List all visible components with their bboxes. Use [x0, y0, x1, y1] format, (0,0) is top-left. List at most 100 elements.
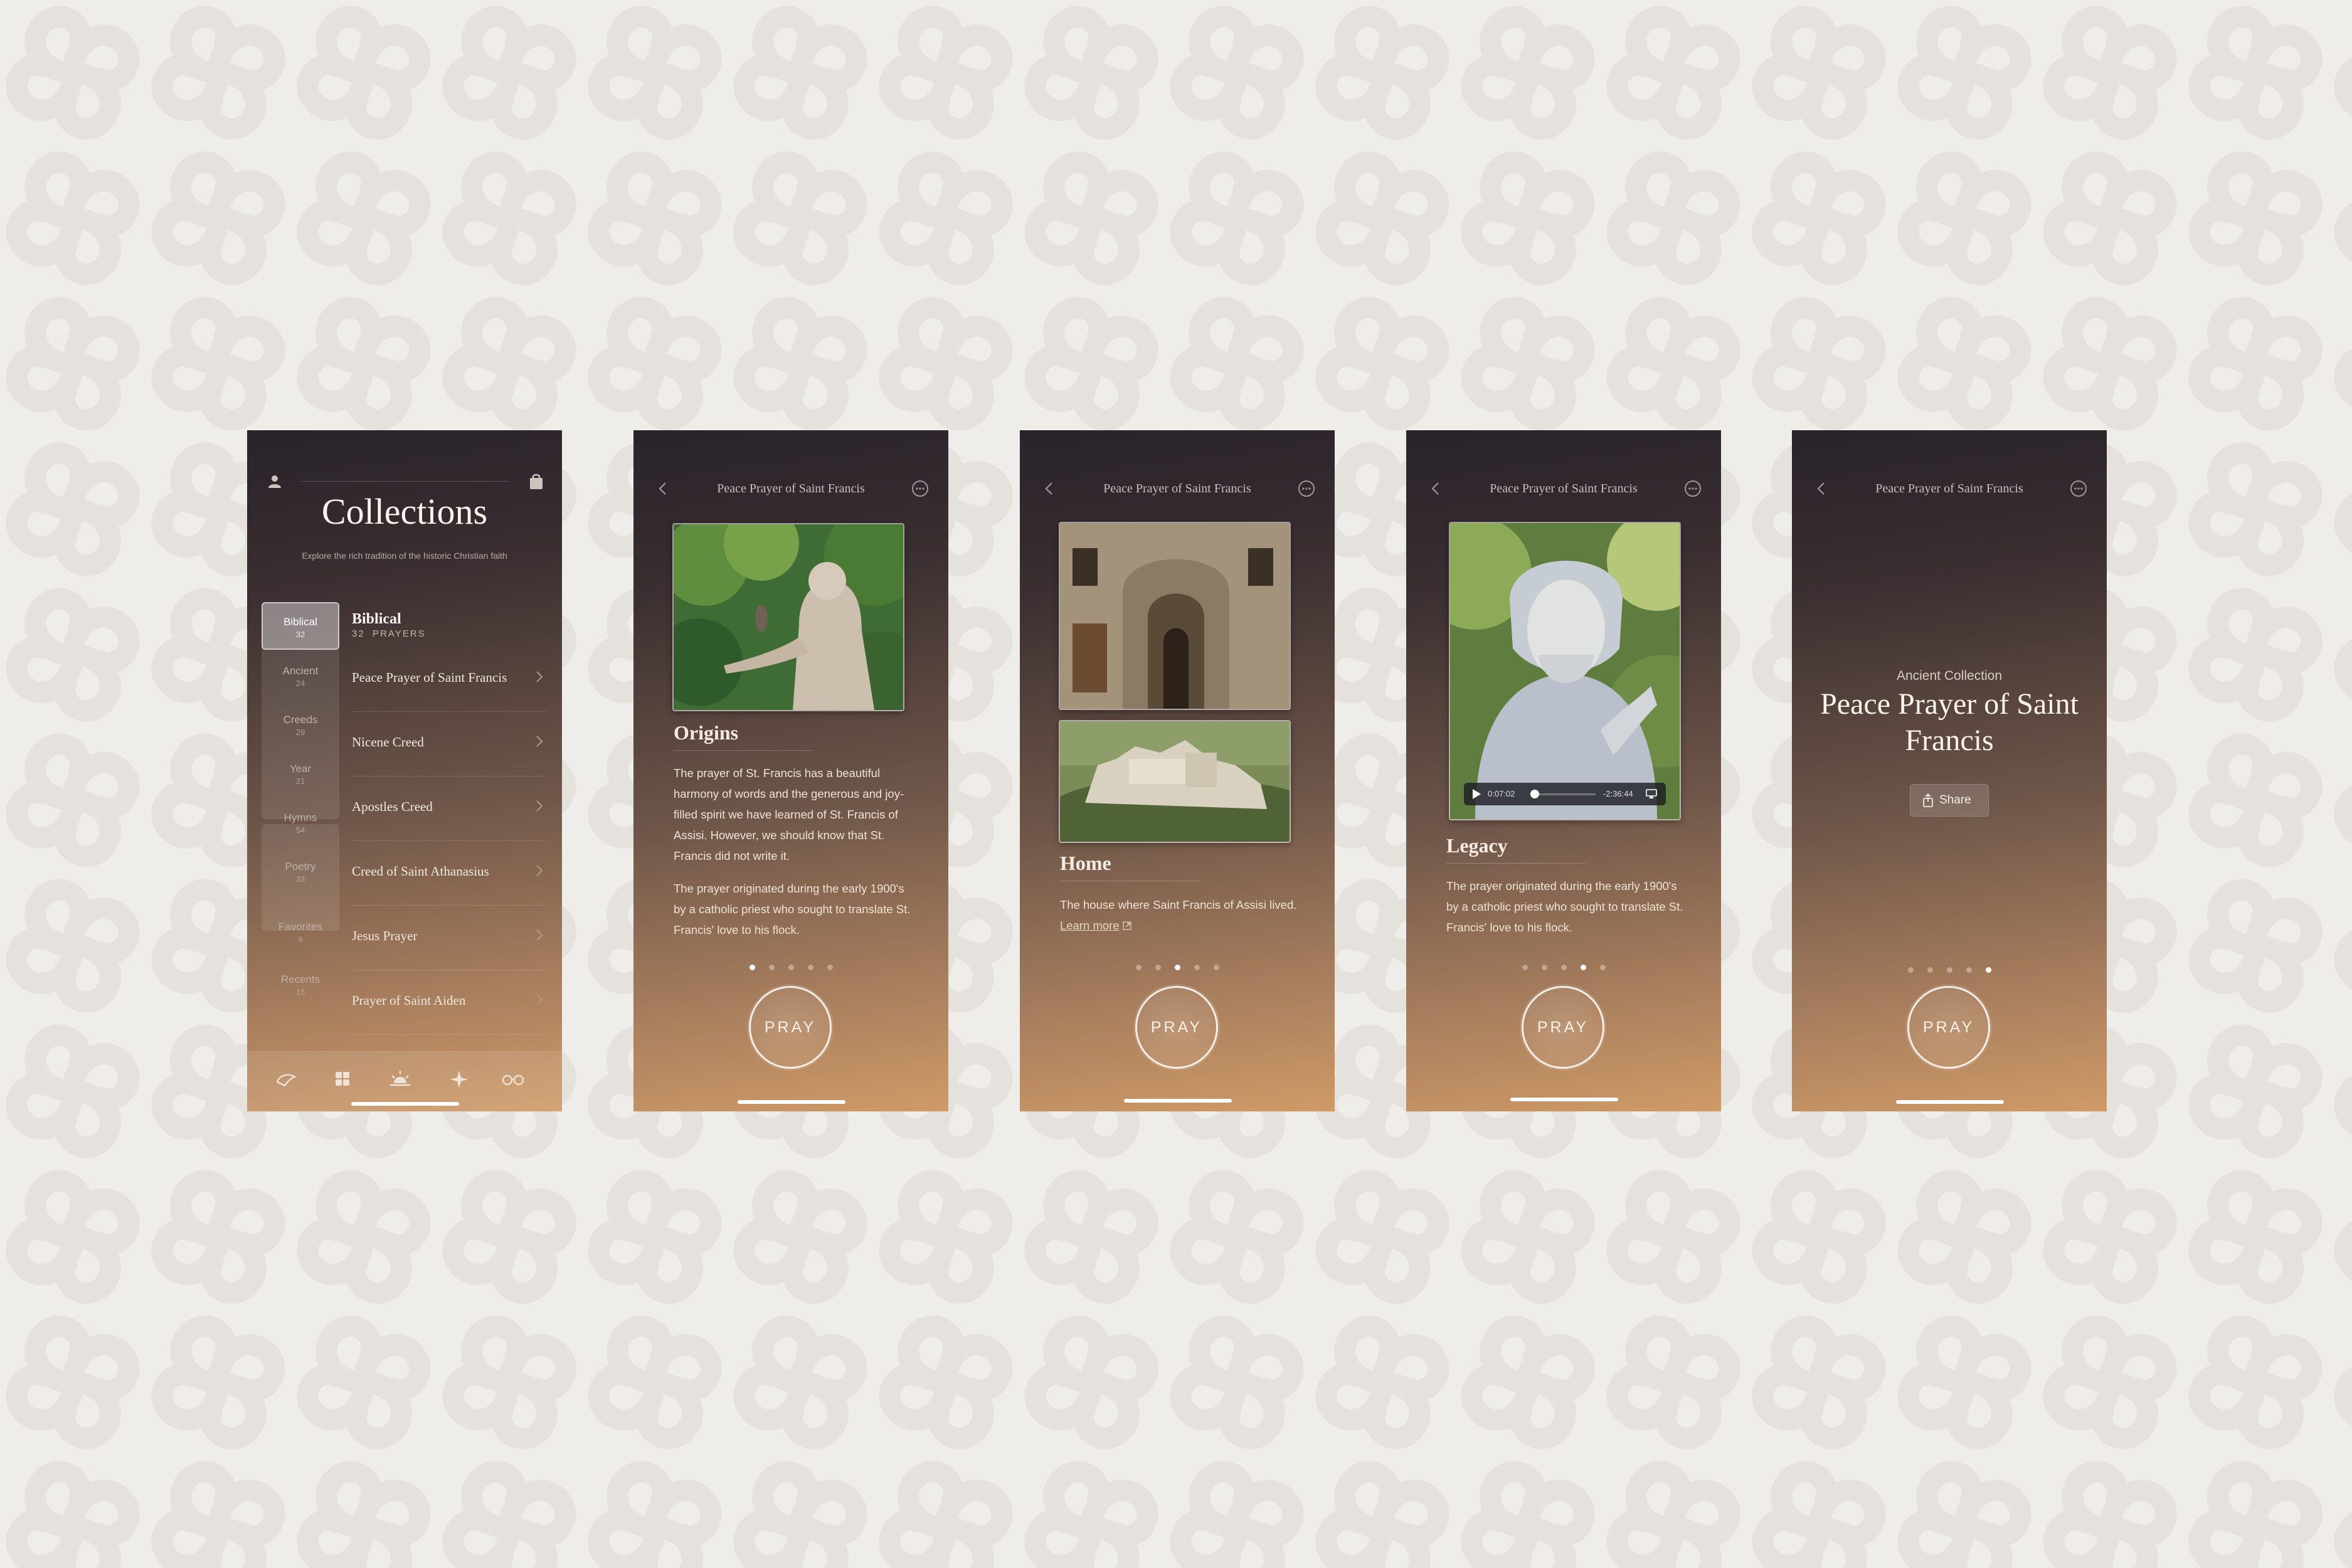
page-dot[interactable]: [807, 965, 813, 970]
page-dot[interactable]: [1580, 965, 1586, 970]
home-indicator: [351, 1102, 459, 1106]
more-options-icon[interactable]: [2069, 479, 2088, 498]
section-rule: [674, 750, 813, 751]
page-dot[interactable]: [1985, 967, 1991, 973]
grid-icon[interactable]: [330, 1068, 355, 1091]
collection-kicker: Ancient Collection: [1896, 669, 2003, 683]
page-dot[interactable]: [1927, 967, 1933, 973]
play-icon[interactable]: [1471, 788, 1481, 800]
body-paragraph: The prayer originated during the early 1…: [674, 882, 911, 936]
back-icon[interactable]: [1812, 479, 1831, 498]
page-dot[interactable]: [1946, 967, 1952, 973]
collections-screen: Collections Explore the rich tradition o…: [247, 430, 562, 1111]
section-heading: Legacy: [1446, 834, 1508, 857]
statue-video-player[interactable]: 0:07:02 -2:36:44: [1449, 522, 1681, 820]
category-tab-year[interactable]: Year 21: [262, 750, 339, 798]
stone-house-photo: [1059, 522, 1291, 710]
prayer-list-item[interactable]: Apostles Creed: [352, 776, 546, 841]
page-dot[interactable]: [1174, 965, 1180, 970]
detail-header: Peace Prayer of Saint Francis: [1020, 478, 1335, 501]
category-tab-biblical[interactable]: Biblical 32: [262, 602, 339, 650]
pray-button[interactable]: PRAY: [1522, 986, 1604, 1069]
learn-more-link[interactable]: Learn more: [1060, 919, 1120, 932]
statue-with-bird-photo: [672, 523, 904, 711]
chevron-right-icon: [536, 671, 543, 682]
back-icon[interactable]: [1040, 479, 1059, 498]
chevron-right-icon: [536, 800, 543, 812]
page-dot[interactable]: [1213, 965, 1219, 970]
detail-title: Peace Prayer of Saint Francis: [1103, 482, 1251, 495]
origins-screen: Peace Prayer of Saint Francis Origins Th…: [633, 430, 948, 1111]
category-tab-recents[interactable]: Recents 18: [262, 961, 339, 1009]
category-tab-poetry[interactable]: Poetry 33: [262, 848, 339, 896]
tab-bar: [247, 1051, 562, 1111]
page-dots: [633, 965, 948, 972]
page-dot[interactable]: [1966, 967, 1972, 973]
detail-title: Peace Prayer of Saint Francis: [1490, 482, 1638, 495]
page-dots: [1020, 965, 1335, 972]
sparkle-icon[interactable]: [447, 1068, 472, 1091]
page-dot[interactable]: [1560, 965, 1567, 970]
page-dot[interactable]: [1135, 965, 1142, 970]
category-tab-favorites[interactable]: Favorites 9: [262, 908, 339, 956]
home-indicator: [1896, 1100, 2004, 1104]
bag-icon[interactable]: [528, 473, 544, 490]
page-dot[interactable]: [768, 965, 775, 970]
more-options-icon[interactable]: [1297, 479, 1316, 498]
glasses-icon[interactable]: [501, 1068, 526, 1091]
page-dot[interactable]: [1907, 967, 1914, 973]
page-dot[interactable]: [827, 965, 833, 970]
prayer-list-item[interactable]: Nicene Creed: [352, 712, 546, 776]
chevron-right-icon: [536, 994, 543, 1005]
section-rule: [1446, 863, 1586, 864]
leaf-icon[interactable]: [273, 1068, 299, 1091]
video-scrubber[interactable]: [1533, 793, 1596, 795]
category-tab-creeds[interactable]: Creeds 29: [262, 701, 339, 749]
video-elapsed: 0:07:02: [1488, 789, 1515, 798]
body-paragraph: The prayer originated during the early 1…: [1446, 879, 1683, 934]
back-icon[interactable]: [654, 479, 672, 498]
prayer-title-screen: Peace Prayer of Saint Francis Ancient Co…: [1792, 430, 2107, 1111]
page-dot[interactable]: [788, 965, 794, 970]
page-dot[interactable]: [1541, 965, 1547, 970]
detail-header: Peace Prayer of Saint Francis: [1406, 478, 1721, 501]
external-link-icon[interactable]: [1122, 921, 1132, 931]
pray-button[interactable]: PRAY: [1907, 986, 1990, 1069]
section-heading: Home: [1060, 852, 1111, 874]
page-dots: [1792, 967, 2107, 975]
list-header-title: Biblical: [352, 611, 401, 627]
page-dot[interactable]: [1522, 965, 1528, 970]
page-dot[interactable]: [1599, 965, 1606, 970]
page-dot[interactable]: [1194, 965, 1200, 970]
chevron-right-icon: [536, 930, 543, 941]
detail-header: Peace Prayer of Saint Francis: [633, 478, 948, 501]
back-icon[interactable]: [1426, 479, 1445, 498]
share-button[interactable]: Share: [1910, 784, 1989, 817]
category-tab-ancient[interactable]: Ancient 24: [262, 652, 339, 700]
more-options-icon[interactable]: [911, 479, 930, 498]
chevron-right-icon: [536, 736, 543, 747]
page-dot[interactable]: [1155, 965, 1161, 970]
chevron-right-icon: [536, 865, 543, 876]
pray-button[interactable]: PRAY: [1135, 986, 1218, 1069]
body-paragraph: The house where Saint Francis of Assisi …: [1060, 898, 1297, 932]
sunrise-icon[interactable]: [388, 1068, 413, 1091]
prayer-list-item[interactable]: Peace Prayer of Saint Francis: [352, 647, 546, 712]
home-indicator: [1510, 1098, 1618, 1101]
page-dot[interactable]: [749, 965, 755, 970]
prayer-list-item[interactable]: Prayer of Saint Aiden: [352, 970, 546, 1035]
more-options-icon[interactable]: [1683, 479, 1702, 498]
list-header-count: 32 PRAYERS: [352, 628, 426, 639]
home-screen: Peace Prayer of Saint Francis Home The h…: [1020, 430, 1335, 1111]
prayer-list-item[interactable]: Creed of Saint Athanasius: [352, 841, 546, 906]
page-title: Collections: [321, 491, 488, 532]
prayer-list-item[interactable]: Jesus Prayer: [352, 906, 546, 970]
video-remaining: -2:36:44: [1603, 789, 1633, 798]
detail-title: Peace Prayer of Saint Francis: [717, 482, 865, 495]
video-scrubber-knob[interactable]: [1530, 790, 1539, 798]
body-paragraph: The prayer of St. Francis has a beautifu…: [674, 766, 904, 862]
airplay-icon[interactable]: [1646, 789, 1657, 799]
user-icon[interactable]: [266, 473, 283, 490]
pray-button[interactable]: PRAY: [749, 986, 832, 1069]
category-tab-hymns[interactable]: Hymns 54: [262, 799, 339, 847]
